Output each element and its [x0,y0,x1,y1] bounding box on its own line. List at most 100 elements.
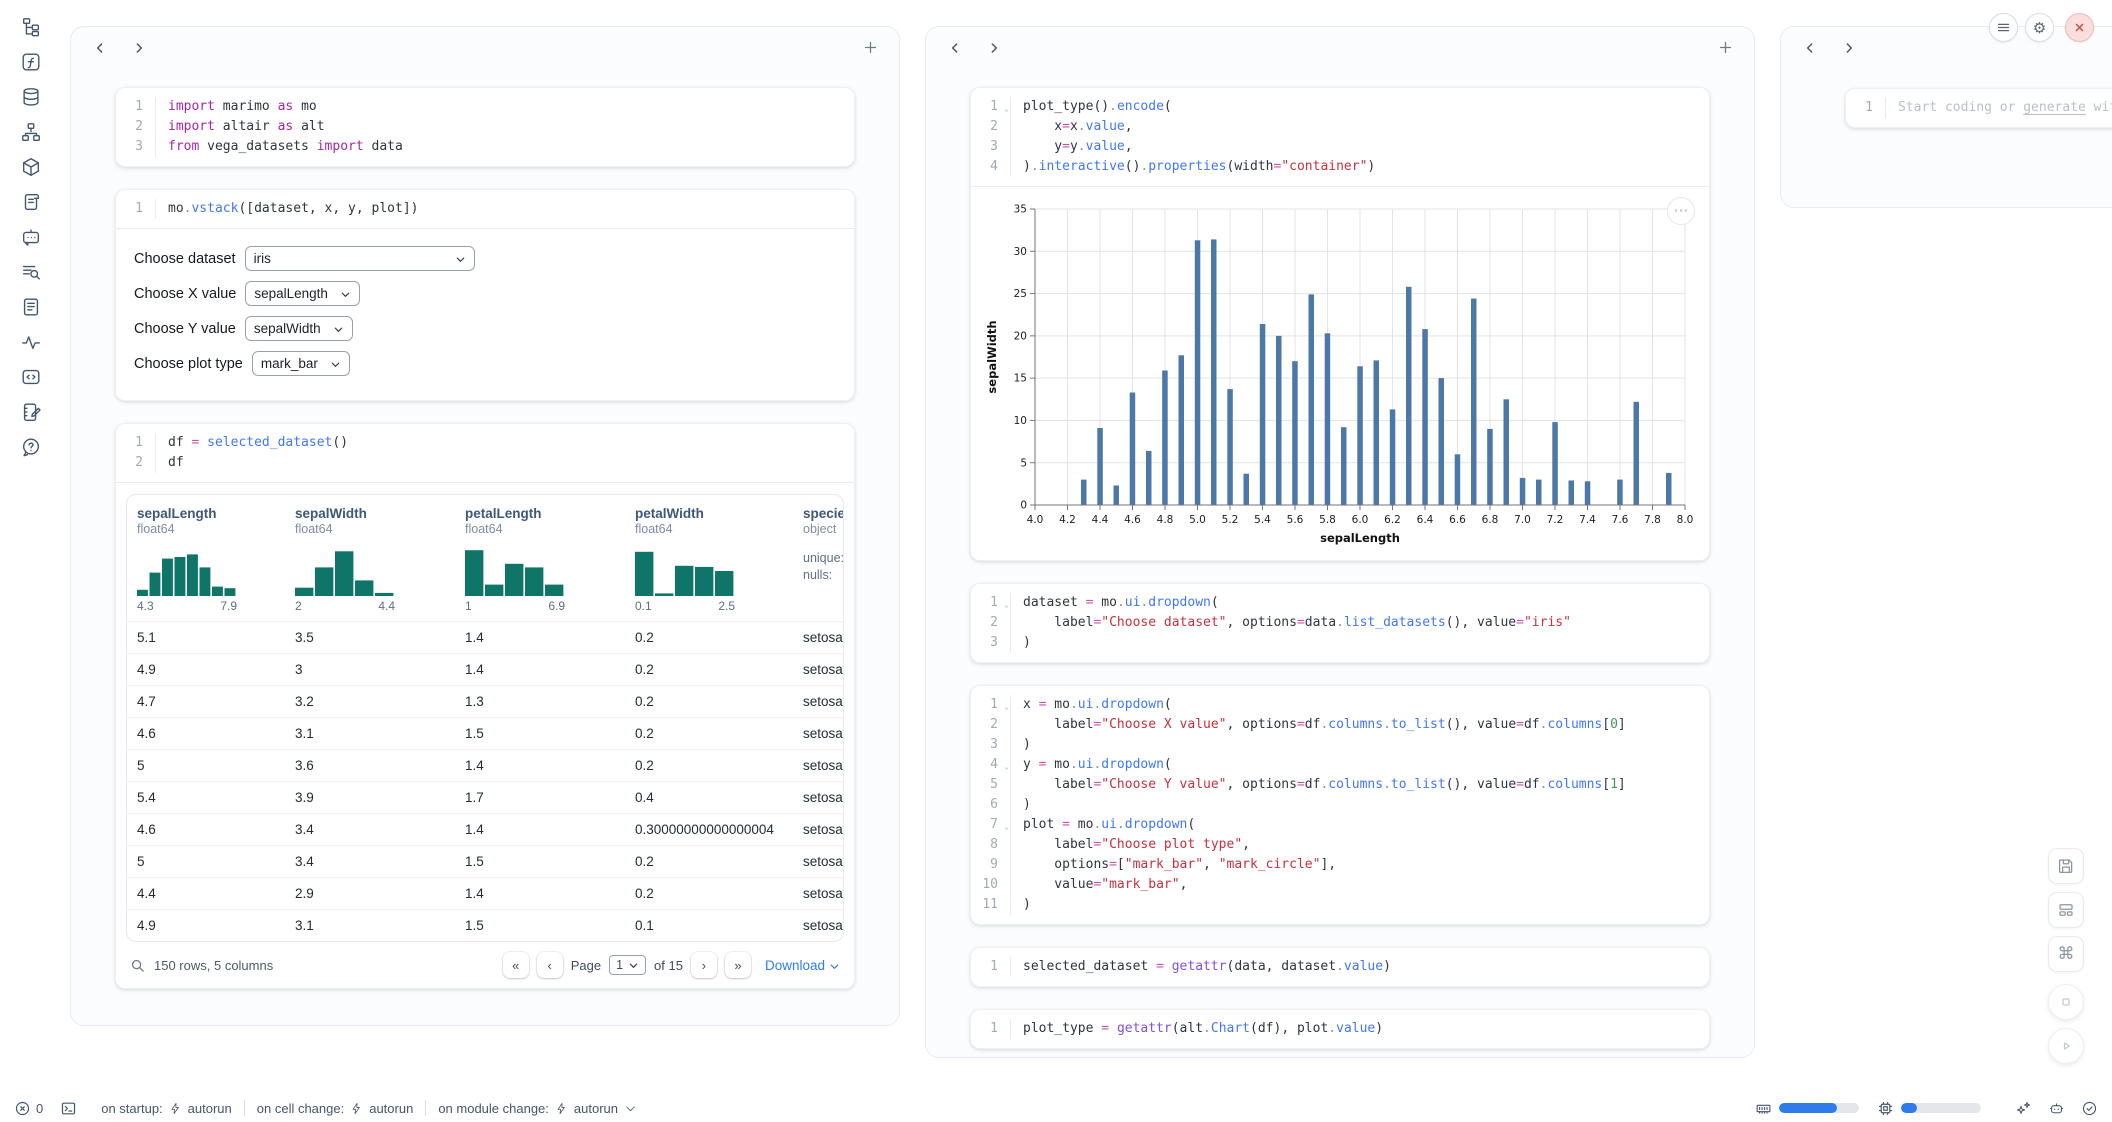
code-editor[interactable]: 1⌄234⌄567⌄891011x = mo.ui.dropdown( labe… [971,686,1709,924]
terminal-button[interactable] [60,1100,77,1117]
code-editor[interactable]: 12df = selected_dataset()df [116,424,854,482]
errors-button[interactable]: 0 [14,1100,43,1117]
panel-back-icon[interactable] [92,40,108,56]
column-header-petalWidth[interactable]: petalWidthfloat640.12.5 [625,495,793,621]
column-header-sepalLength[interactable]: sepalLengthfloat644.37.9 [127,495,285,621]
svg-text:15: 15 [1014,373,1027,385]
table-cell: setosa [793,846,843,877]
code-editor[interactable]: 123import marimo as moimport altair as a… [116,88,854,166]
ram-meter [1779,1103,1859,1113]
cell-plot: 1⌄234plot_type().encode( x=x.value, y=y.… [970,87,1710,561]
panel-back-icon[interactable] [1802,40,1818,56]
code-block-icon[interactable] [20,366,42,388]
fold-chevron-icon[interactable]: ⌄ [1004,697,1009,717]
table-cell: 5.1 [127,622,285,653]
save-button[interactable] [2048,848,2084,884]
run-setting-2[interactable]: on cell change:autorun [257,1101,414,1116]
y-value-select[interactable]: sepalWidth [245,316,353,341]
model-button[interactable] [2048,1100,2065,1117]
run-setting-3[interactable]: on module change:autorun [438,1101,637,1116]
cpu-icon [1877,1100,1894,1117]
table-cell: 3.4 [285,814,455,845]
prev-page-button[interactable]: ‹ [537,952,563,978]
fold-chevron-icon[interactable]: ⌄ [1004,595,1009,615]
database-icon[interactable] [20,86,42,108]
stop-button[interactable] [2048,984,2084,1020]
cpu-meter [1901,1103,1981,1113]
altair-chart[interactable]: 4.04.24.44.64.85.05.25.45.65.86.06.26.46… [983,199,1703,556]
svg-text:7.0: 7.0 [1514,514,1531,526]
panel-back-icon[interactable] [947,40,963,56]
table-cell: 0.2 [625,686,793,717]
download-button[interactable]: Download [765,958,840,973]
svg-text:10: 10 [1014,415,1027,427]
connection-status-button[interactable] [2081,1100,2098,1117]
dataset-select[interactable]: iris [245,246,475,271]
svg-text:0: 0 [1020,500,1027,512]
scratchpad-icon[interactable] [20,401,42,423]
close-button[interactable] [2065,13,2094,42]
settings-button[interactable]: ⚙ [2025,13,2054,42]
page-label: Page [571,958,601,973]
control-label: Choose Y value [134,321,236,337]
document-icon[interactable] [20,296,42,318]
run-setting-1[interactable]: on startup:autorun [101,1101,232,1116]
play-icon [2057,1037,2075,1055]
chat-bot-icon[interactable] [20,226,42,248]
x-value-select[interactable]: sepalLength [245,281,360,306]
functions-icon[interactable] [20,51,42,73]
column-histogram [465,544,565,596]
panel-forward-icon[interactable] [986,40,1002,56]
fold-chevron-icon[interactable]: ⌄ [1004,817,1009,837]
add-cell-icon[interactable] [862,39,879,56]
chevron-down-icon [624,1102,637,1115]
svg-text:4.0: 4.0 [1027,514,1044,526]
line-number-gutter: 1 [971,957,1011,977]
table-cell: 5.4 [127,782,285,813]
last-page-button[interactable]: » [725,952,751,978]
cell-selected-dataset: 1selected_dataset = getattr(data, datase… [970,947,1710,987]
control-row: Choose X valuesepalLength [134,281,836,306]
ai-assistant-button[interactable] [2015,1100,2032,1117]
svg-text:4.2: 4.2 [1059,514,1076,526]
code-editor[interactable]: 1⌄23dataset = mo.ui.dropdown( label="Cho… [971,584,1709,662]
table-row: 53.41.50.2setosa [127,845,843,877]
script-icon[interactable] [20,191,42,213]
close-icon [2072,20,2087,35]
panel-right: 1Start coding or generate with [1780,26,2112,208]
file-tree-icon[interactable] [20,16,42,38]
column-header-petalLength[interactable]: petalLengthfloat6416.9 [455,495,625,621]
menu-button[interactable] [1989,13,2018,42]
search-list-icon[interactable] [20,261,42,283]
cell-xy-plot-dropdowns: 1⌄234⌄567⌄891011x = mo.ui.dropdown( labe… [970,685,1710,925]
panel-forward-icon[interactable] [131,40,147,56]
package-icon[interactable] [20,156,42,178]
code-editor[interactable]: 1⌄234plot_type().encode( x=x.value, y=y.… [971,88,1709,186]
first-page-button[interactable]: « [503,952,529,978]
run-button[interactable] [2048,1028,2084,1064]
chart-menu-icon[interactable]: ⋯ [1667,197,1695,225]
code-editor[interactable]: 1mo.vstack([dataset, x, y, plot]) [116,190,854,228]
code-editor-placeholder[interactable]: 1Start coding or generate with [1846,89,2112,127]
svg-text:6.6: 6.6 [1449,514,1466,526]
add-cell-icon[interactable] [1717,39,1734,56]
control-row: Choose Y value sepalWidth [134,316,836,341]
dependency-graph-icon[interactable] [20,121,42,143]
code-editor[interactable]: 1selected_dataset = getattr(data, datase… [971,948,1709,986]
activity-icon[interactable] [20,331,42,353]
fold-chevron-icon[interactable]: ⌄ [1004,99,1009,119]
layout-button[interactable] [2048,892,2084,928]
plot-type-select[interactable]: mark_bar [252,351,350,376]
chevron-down-icon [333,323,344,334]
panel-forward-icon[interactable] [1841,40,1857,56]
column-header-sepalWidth[interactable]: sepalWidthfloat6424.4 [285,495,455,621]
fold-chevron-icon[interactable]: ⌄ [1004,757,1009,777]
code-editor[interactable]: 1plot_type = getattr(alt.Chart(df), plot… [971,1010,1709,1048]
next-page-button[interactable]: › [691,952,717,978]
search-icon[interactable] [130,958,145,973]
table-cell: 1.4 [455,814,625,845]
page-select[interactable]: 1 [609,955,646,975]
column-header-species[interactable]: speciesobjectunique:nulls: [793,495,843,621]
shortcuts-button[interactable]: ⌘ [2048,936,2084,972]
help-icon[interactable] [20,436,42,458]
